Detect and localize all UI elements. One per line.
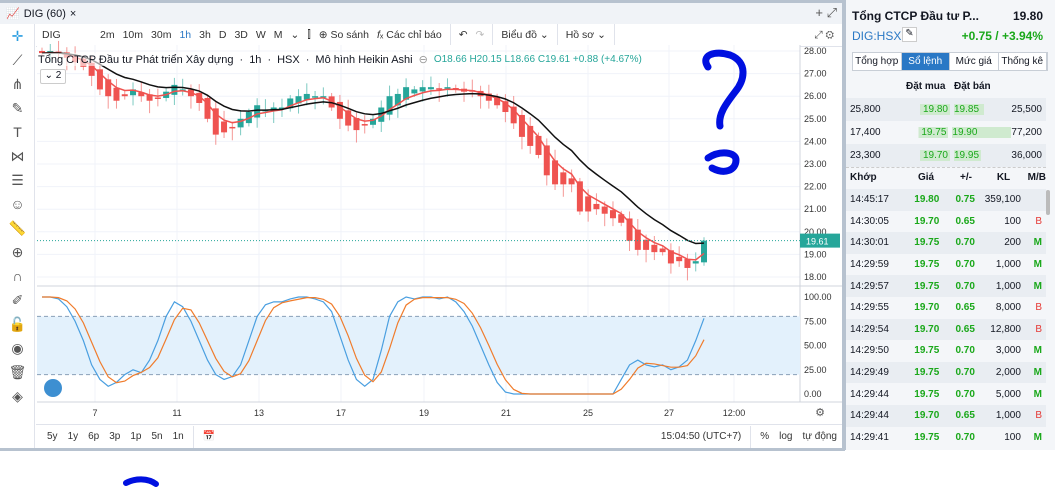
time-tick: 19 — [419, 408, 429, 418]
osc-tick: 100.00 — [804, 292, 832, 302]
range-5n[interactable]: 5n — [147, 431, 168, 442]
stock-name: Tổng CTCP Đầu tư P... — [852, 9, 979, 23]
osc-tick: 0.00 — [804, 389, 822, 399]
range-6p[interactable]: 6p — [83, 431, 104, 442]
orderbook-row: 23,300 19.70 19.95 36,000 — [846, 144, 1046, 167]
time-tick: 13 — [254, 408, 264, 418]
range-1n[interactable]: 1n — [168, 431, 189, 442]
time-tick: 17 — [336, 408, 346, 418]
osc-tick: 25.00 — [804, 365, 827, 375]
time-tick: 27 — [664, 408, 674, 418]
cloud-icon[interactable] — [44, 379, 62, 397]
percent-toggle[interactable]: % — [755, 431, 774, 442]
time-tick: 12:00 — [723, 408, 746, 418]
time-tick: 25 — [583, 408, 593, 418]
price-change: +0.75 / +3.94% — [961, 29, 1043, 43]
trade-row: 14:29:49 19.75 0.70 2,000 M — [846, 361, 1046, 384]
price-tick: 27.00 — [804, 69, 827, 79]
range-5y[interactable]: 5y — [42, 431, 63, 442]
osc-tick: 75.00 — [804, 316, 827, 326]
price-tick: 21.00 — [804, 204, 827, 214]
trade-row: 14:29:41 19.75 0.70 100 M — [850, 431, 1043, 443]
price-tick: 19.00 — [804, 249, 827, 259]
trade-row: 14:29:55 19.70 0.65 8,000 B — [850, 302, 1043, 314]
ask-header: Đặt bán — [954, 81, 991, 92]
trade-row: 14:29:54 19.70 0.65 12,800 B — [846, 318, 1046, 341]
price-tick: 26.00 — [804, 91, 827, 101]
panel-tab-1[interactable]: Sổ lệnh — [901, 53, 950, 70]
time-tick: 11 — [172, 408, 181, 418]
bottom-toolbar: 5y 1y 6p 3p 1p 5n 1n 📅 15:04:50 (UTC+7) % log … — [36, 424, 842, 448]
last-price-label: 19.61 — [806, 237, 829, 247]
settings-icon[interactable]: ⚙ — [815, 407, 825, 419]
price-tick: 25.00 — [804, 114, 827, 124]
panel-tabs: Tổng hợp Sổ lệnh Mức giá Thống kê — [852, 52, 1048, 71]
clock: 15:04:50 (UTC+7) — [660, 431, 742, 442]
panel-tab-2[interactable]: Mức giá — [950, 53, 999, 70]
price-tick: 28.00 — [804, 46, 827, 56]
auto-scale-toggle[interactable]: tự động — [798, 431, 843, 442]
edit-icon[interactable]: ✎ — [902, 27, 917, 42]
price-tick: 24.00 — [804, 136, 827, 146]
price-tick: 22.00 — [804, 182, 827, 192]
range-1y[interactable]: 1y — [63, 431, 84, 442]
ticker: DIG:HSX — [852, 29, 902, 43]
orderbook-row: 17,400 19.75 19.90 77,200 — [846, 121, 1046, 144]
chart-legend: Tổng CTCP Đầu tư Phát triển Xây dựng · 1h… — [38, 53, 642, 66]
legend-name: Tổng CTCP Đầu tư Phát triển Xây dựng — [38, 53, 234, 66]
collapse-indicators-button[interactable]: ⌄ 2 — [40, 69, 66, 84]
trade-row: 14:29:50 19.75 0.70 3,000 M — [850, 345, 1043, 357]
trade-row: 14:29:57 19.75 0.70 1,000 M — [846, 275, 1046, 297]
price-chart[interactable]: 28.00 27.00 26.00 25.00 24.00 23.00 22.00 21.00… — [0, 0, 842, 448]
candle — [701, 237, 707, 266]
hide-legend-icon[interactable]: ⊖ — [419, 53, 428, 66]
bid-header: Đặt mua — [906, 81, 946, 92]
candle — [204, 94, 211, 123]
goto-date-icon[interactable]: 📅 — [198, 431, 220, 442]
price-tick: 23.00 — [804, 159, 827, 169]
orderbook-row: 25,800 19.80 19.85 25,500 — [846, 98, 1046, 121]
legend-style: Mô hình Heikin Ashi — [315, 53, 413, 66]
price-tick: 18.00 — [804, 272, 827, 282]
osc-tick: 50.00 — [804, 341, 827, 351]
legend-interval: 1h — [249, 53, 262, 66]
log-toggle[interactable]: log — [774, 431, 797, 442]
trade-row: 14:45:17 19.80 0.75 359,100 — [846, 189, 1046, 211]
time-tick: 7 — [92, 408, 97, 418]
stock-price: 19.80 — [1012, 9, 1043, 23]
trade-row: 14:29:44 19.75 0.70 5,000 M — [850, 388, 1043, 400]
trade-row: 14:30:05 19.70 0.65 100 B — [850, 215, 1043, 227]
frame-bottom — [0, 448, 845, 451]
trades-header: Khớp Giá +/- KL M/B — [846, 167, 1046, 187]
panel-tab-0[interactable]: Tổng hợp — [853, 53, 902, 70]
legend-exchange: HSX — [277, 53, 300, 66]
panel-tab-3[interactable]: Thống kê — [999, 53, 1047, 70]
quote-panel: Tổng CTCP Đầu tư P... 19.80 DIG:HSX ✎ +0… — [846, 0, 1055, 450]
trade-row: 14:29:59 19.75 0.70 1,000 M — [850, 259, 1043, 271]
trade-row: 14:30:01 19.75 0.70 200 M — [846, 232, 1046, 254]
scrollbar[interactable] — [1046, 190, 1050, 215]
trade-row: 14:29:44 19.70 0.65 1,000 B — [846, 404, 1046, 427]
range-1p[interactable]: 1p — [125, 431, 146, 442]
range-3p[interactable]: 3p — [104, 431, 125, 442]
ohlc-values: O18.66 H20.15 L18.66 C19.61 +0.88 (+4.67… — [433, 54, 642, 65]
time-tick: 21 — [501, 408, 511, 418]
